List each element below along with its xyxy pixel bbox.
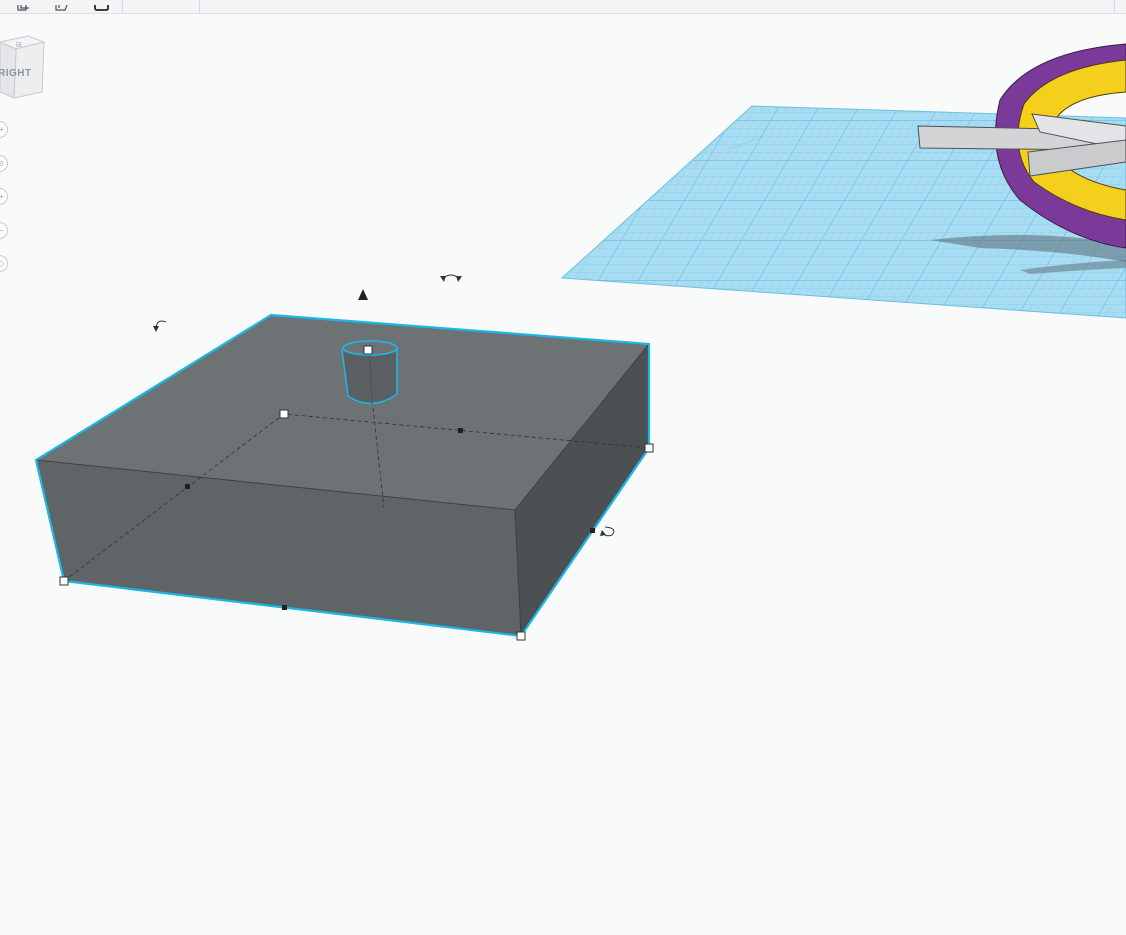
lift-arrow-icon[interactable] <box>358 289 368 300</box>
corner-handle[interactable] <box>516 631 526 641</box>
rotate-handle-right[interactable] <box>600 526 615 537</box>
rotate-handle-left[interactable] <box>153 320 167 332</box>
selected-box-shape[interactable] <box>34 313 651 638</box>
rotate-handle-top[interactable] <box>440 274 462 282</box>
edge-handle[interactable] <box>458 428 463 433</box>
corner-handle[interactable] <box>279 409 289 419</box>
edge-handle[interactable] <box>185 484 190 489</box>
canvas-3d[interactable]: ⋯⋯⋯⋯ <box>0 0 1126 935</box>
corner-handle[interactable] <box>59 576 69 586</box>
edge-handle[interactable] <box>282 605 287 610</box>
corner-handle[interactable] <box>644 443 654 453</box>
edge-handle[interactable] <box>590 528 595 533</box>
height-handle[interactable] <box>363 345 373 355</box>
